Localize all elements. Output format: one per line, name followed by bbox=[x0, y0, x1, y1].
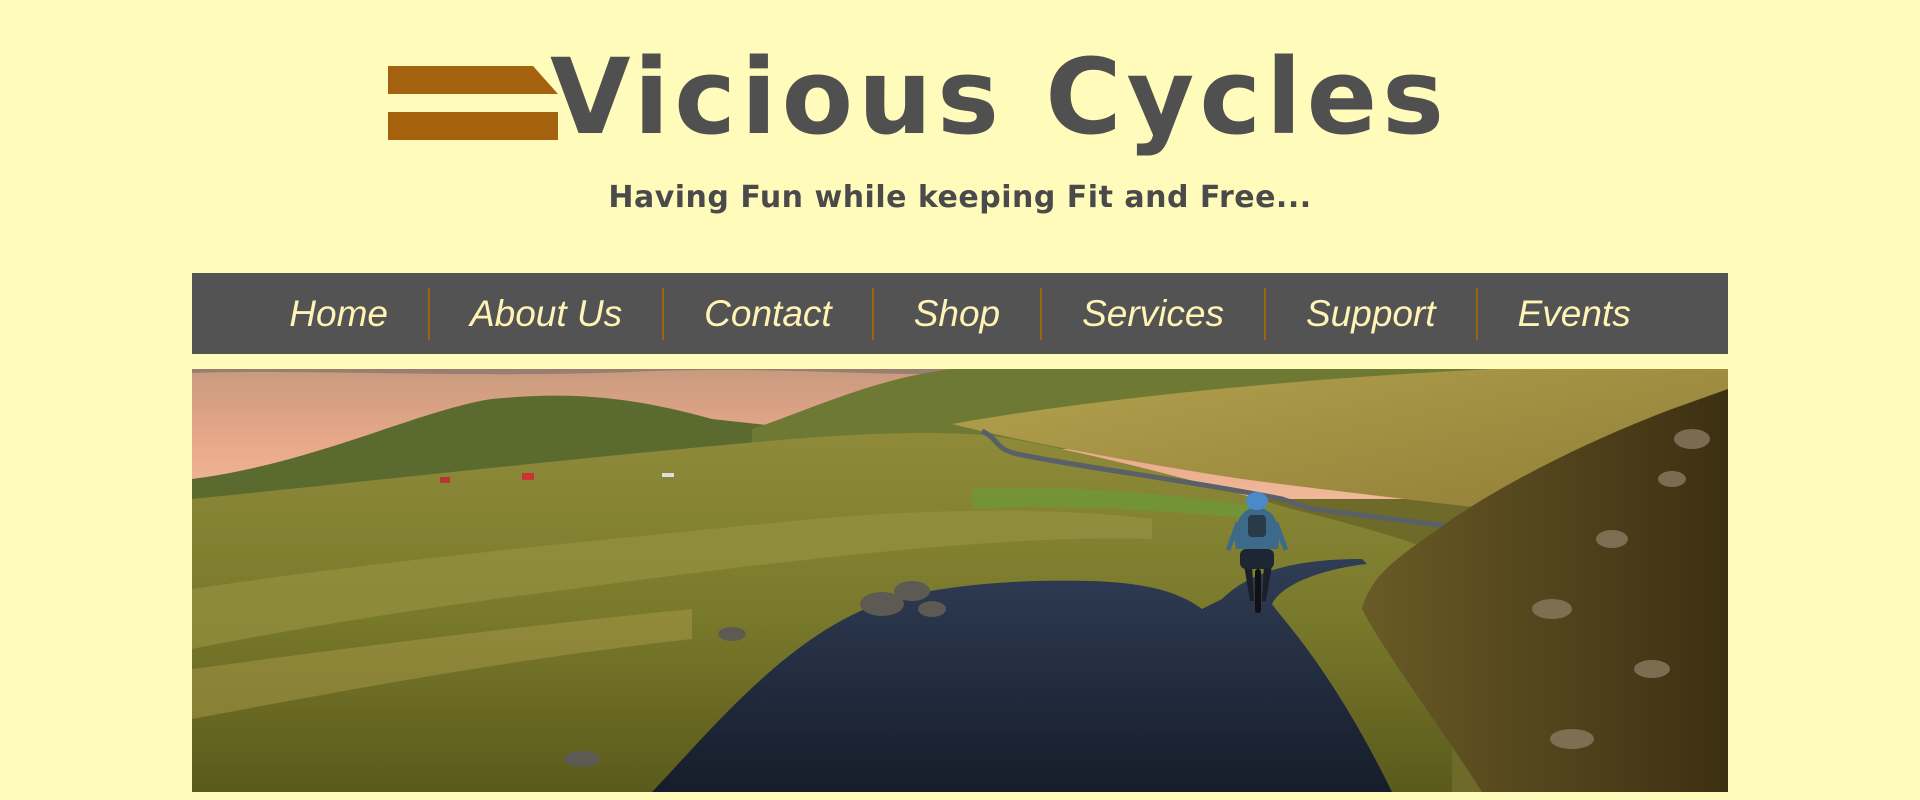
nav-item-about-us[interactable]: About Us bbox=[430, 288, 662, 340]
main-nav: Home About Us Contact Shop Services Supp… bbox=[192, 273, 1728, 354]
nav-item-services[interactable]: Services bbox=[1042, 288, 1264, 340]
nav-item-home[interactable]: Home bbox=[249, 288, 428, 340]
nav-item-contact[interactable]: Contact bbox=[664, 288, 872, 340]
nav-item-events[interactable]: Events bbox=[1478, 288, 1671, 340]
cyclist-landscape-image bbox=[192, 369, 1728, 792]
hero-image bbox=[192, 369, 1728, 792]
nav-item-support[interactable]: Support bbox=[1266, 288, 1476, 340]
logo-text: Vicious Cycles bbox=[550, 36, 1450, 158]
logo-bars-icon bbox=[388, 66, 558, 140]
page: Vicious Cycles Having Fun while keeping … bbox=[0, 0, 1920, 800]
site-logo[interactable]: Vicious Cycles bbox=[388, 36, 1528, 162]
site-tagline: Having Fun while keeping Fit and Free... bbox=[608, 180, 1312, 215]
nav-item-shop[interactable]: Shop bbox=[874, 288, 1040, 340]
